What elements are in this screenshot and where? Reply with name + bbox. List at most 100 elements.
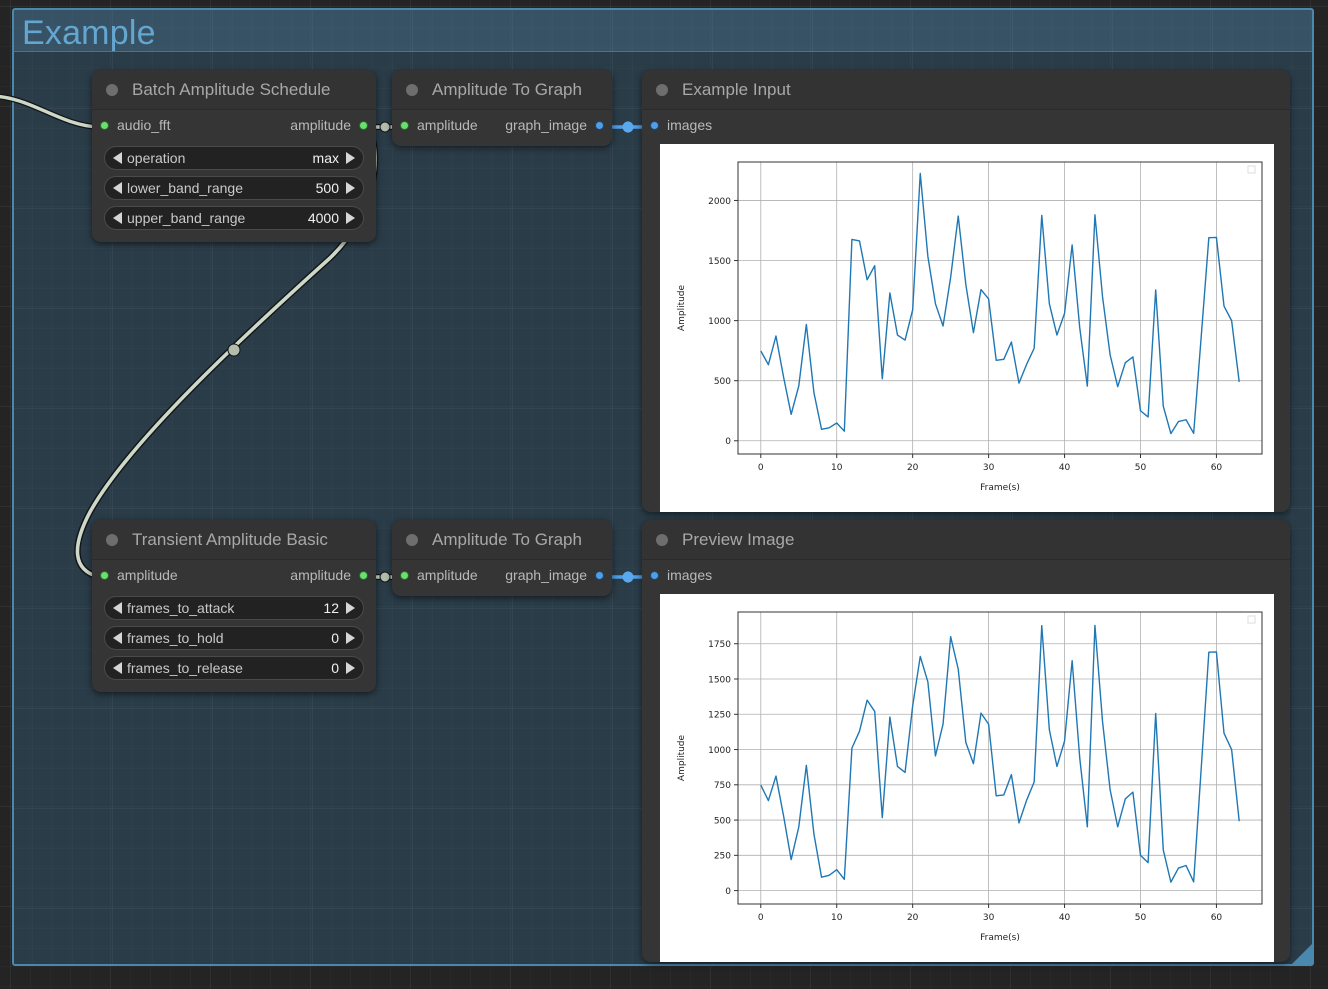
- svg-text:10: 10: [831, 463, 843, 473]
- input-slot-images[interactable]: images: [650, 117, 712, 133]
- node-title: Transient Amplitude Basic: [132, 529, 328, 549]
- collapse-dot-icon[interactable]: [106, 83, 118, 96]
- svg-text:30: 30: [983, 463, 995, 473]
- slot-pin-icon[interactable]: [650, 570, 659, 580]
- chevron-left-icon[interactable]: [113, 632, 122, 644]
- node-preview-image[interactable]: Preview Image images 0 10 20 30 40 50 60 0 250 50…: [642, 520, 1290, 962]
- svg-text:Amplitude: Amplitude: [677, 284, 687, 331]
- chevron-right-icon[interactable]: [346, 662, 355, 674]
- node-body: audio_fft amplitude operation max lower_…: [92, 110, 376, 242]
- svg-text:40: 40: [1059, 913, 1071, 923]
- node-title: Amplitude To Graph: [432, 79, 582, 99]
- chevron-left-icon[interactable]: [113, 182, 122, 194]
- slot-pin-icon[interactable]: [359, 570, 368, 580]
- widget-label: upper_band_range: [127, 210, 246, 226]
- slot-pin-icon[interactable]: [100, 570, 109, 580]
- amplitude-chart: 0 10 20 30 40 50 60 0 500 1000 1500 2000 Frame(s) Amp…: [660, 144, 1274, 512]
- chevron-right-icon[interactable]: [346, 152, 355, 164]
- widget-value[interactable]: max: [313, 150, 339, 166]
- node-header[interactable]: Amplitude To Graph: [392, 70, 612, 110]
- node-header[interactable]: Transient Amplitude Basic: [92, 520, 376, 560]
- chevron-left-icon[interactable]: [113, 662, 122, 674]
- widget-value[interactable]: 0: [331, 630, 339, 646]
- node-header[interactable]: Batch Amplitude Schedule: [92, 70, 376, 110]
- slot-label: images: [667, 567, 713, 583]
- node-header[interactable]: Preview Image: [642, 520, 1290, 560]
- slot-pin-icon[interactable]: [400, 120, 409, 130]
- collapse-dot-icon[interactable]: [656, 83, 668, 96]
- svg-text:Frame(s): Frame(s): [980, 483, 1020, 493]
- slot-label: amplitude: [417, 567, 478, 583]
- node-body: images 0 10 20 30 40 50 60 0 250 500 750 1000 1250 15…: [642, 560, 1290, 974]
- group-title: Example: [22, 14, 156, 52]
- svg-text:20: 20: [907, 463, 919, 473]
- widget-frames-to-hold[interactable]: frames_to_hold 0: [104, 626, 364, 650]
- node-amplitude-to-graph-top[interactable]: Amplitude To Graph amplitude graph_image: [392, 70, 612, 146]
- widget-label: frames_to_release: [127, 660, 243, 676]
- group-resize-handle[interactable]: [1292, 944, 1312, 964]
- svg-text:Frame(s): Frame(s): [980, 933, 1020, 943]
- node-body: amplitude graph_image: [392, 110, 612, 152]
- slot-label: graph_image: [505, 567, 587, 583]
- chevron-left-icon[interactable]: [113, 212, 122, 224]
- slot-pin-icon[interactable]: [100, 120, 109, 130]
- amplitude-chart: 0 10 20 30 40 50 60 0 250 500 750 1000 1250 1500 1750 F…: [660, 594, 1274, 962]
- output-slot-amplitude[interactable]: amplitude: [290, 567, 368, 583]
- widget-lower-band-range[interactable]: lower_band_range 500: [104, 176, 364, 200]
- svg-text:50: 50: [1135, 463, 1147, 473]
- image-preview-example-input[interactable]: 0 10 20 30 40 50 60 0 500 1000 1500 2000 Frame(s) Amp…: [660, 144, 1274, 512]
- input-slot-amplitude[interactable]: amplitude: [100, 567, 178, 583]
- slot-row: images: [642, 110, 1290, 140]
- slot-row: amplitude amplitude: [92, 560, 376, 590]
- chevron-right-icon[interactable]: [346, 212, 355, 224]
- chevron-left-icon[interactable]: [113, 602, 122, 614]
- widget-value[interactable]: 4000: [308, 210, 339, 226]
- svg-text:750: 750: [714, 781, 731, 791]
- slot-label: graph_image: [505, 117, 587, 133]
- node-batch-amplitude-schedule[interactable]: Batch Amplitude Schedule audio_fft ampli…: [92, 70, 376, 242]
- node-transient-amplitude-basic[interactable]: Transient Amplitude Basic amplitude ampl…: [92, 520, 376, 692]
- node-header[interactable]: Example Input: [642, 70, 1290, 110]
- slot-pin-icon[interactable]: [595, 570, 604, 580]
- image-preview-preview-image[interactable]: 0 10 20 30 40 50 60 0 250 500 750 1000 1250 1500 1750 F…: [660, 594, 1274, 962]
- widget-value[interactable]: 500: [316, 180, 339, 196]
- chevron-right-icon[interactable]: [346, 602, 355, 614]
- svg-text:1250: 1250: [708, 711, 731, 721]
- widget-upper-band-range[interactable]: upper_band_range 4000: [104, 206, 364, 230]
- collapse-dot-icon[interactable]: [406, 533, 418, 546]
- widget-frames-to-release[interactable]: frames_to_release 0: [104, 656, 364, 680]
- group-header[interactable]: [14, 10, 1312, 52]
- widget-operation[interactable]: operation max: [104, 146, 364, 170]
- input-slot-amplitude[interactable]: amplitude: [400, 567, 478, 583]
- widget-label: operation: [127, 150, 186, 166]
- slot-pin-icon[interactable]: [359, 120, 368, 130]
- output-slot-amplitude[interactable]: amplitude: [290, 117, 368, 133]
- widget-label: frames_to_hold: [127, 630, 224, 646]
- input-slot-images[interactable]: images: [650, 567, 712, 583]
- output-slot-graph-image[interactable]: graph_image: [505, 567, 604, 583]
- output-slot-graph-image[interactable]: graph_image: [505, 117, 604, 133]
- slot-row: amplitude graph_image: [392, 110, 612, 140]
- chevron-right-icon[interactable]: [346, 182, 355, 194]
- widget-label: lower_band_range: [127, 180, 243, 196]
- slot-pin-icon[interactable]: [650, 120, 659, 130]
- node-header[interactable]: Amplitude To Graph: [392, 520, 612, 560]
- collapse-dot-icon[interactable]: [106, 533, 118, 546]
- node-amplitude-to-graph-bottom[interactable]: Amplitude To Graph amplitude graph_image: [392, 520, 612, 596]
- svg-text:50: 50: [1135, 913, 1147, 923]
- collapse-dot-icon[interactable]: [406, 83, 418, 96]
- slot-pin-icon[interactable]: [400, 570, 409, 580]
- node-graph-root: Example Batch Amplitude Schedule audio_f…: [0, 0, 1328, 989]
- svg-text:500: 500: [714, 816, 731, 826]
- node-example-input[interactable]: Example Input images 0 10 20 30 40 50 60 0 500 10…: [642, 70, 1290, 512]
- widget-value[interactable]: 12: [323, 600, 339, 616]
- chevron-right-icon[interactable]: [346, 632, 355, 644]
- svg-text:1500: 1500: [708, 257, 731, 267]
- slot-pin-icon[interactable]: [595, 120, 604, 130]
- widget-value[interactable]: 0: [331, 660, 339, 676]
- input-slot-amplitude[interactable]: amplitude: [400, 117, 478, 133]
- chevron-left-icon[interactable]: [113, 152, 122, 164]
- input-slot-audio-fft[interactable]: audio_fft: [100, 117, 170, 133]
- widget-frames-to-attack[interactable]: frames_to_attack 12: [104, 596, 364, 620]
- collapse-dot-icon[interactable]: [656, 533, 668, 546]
